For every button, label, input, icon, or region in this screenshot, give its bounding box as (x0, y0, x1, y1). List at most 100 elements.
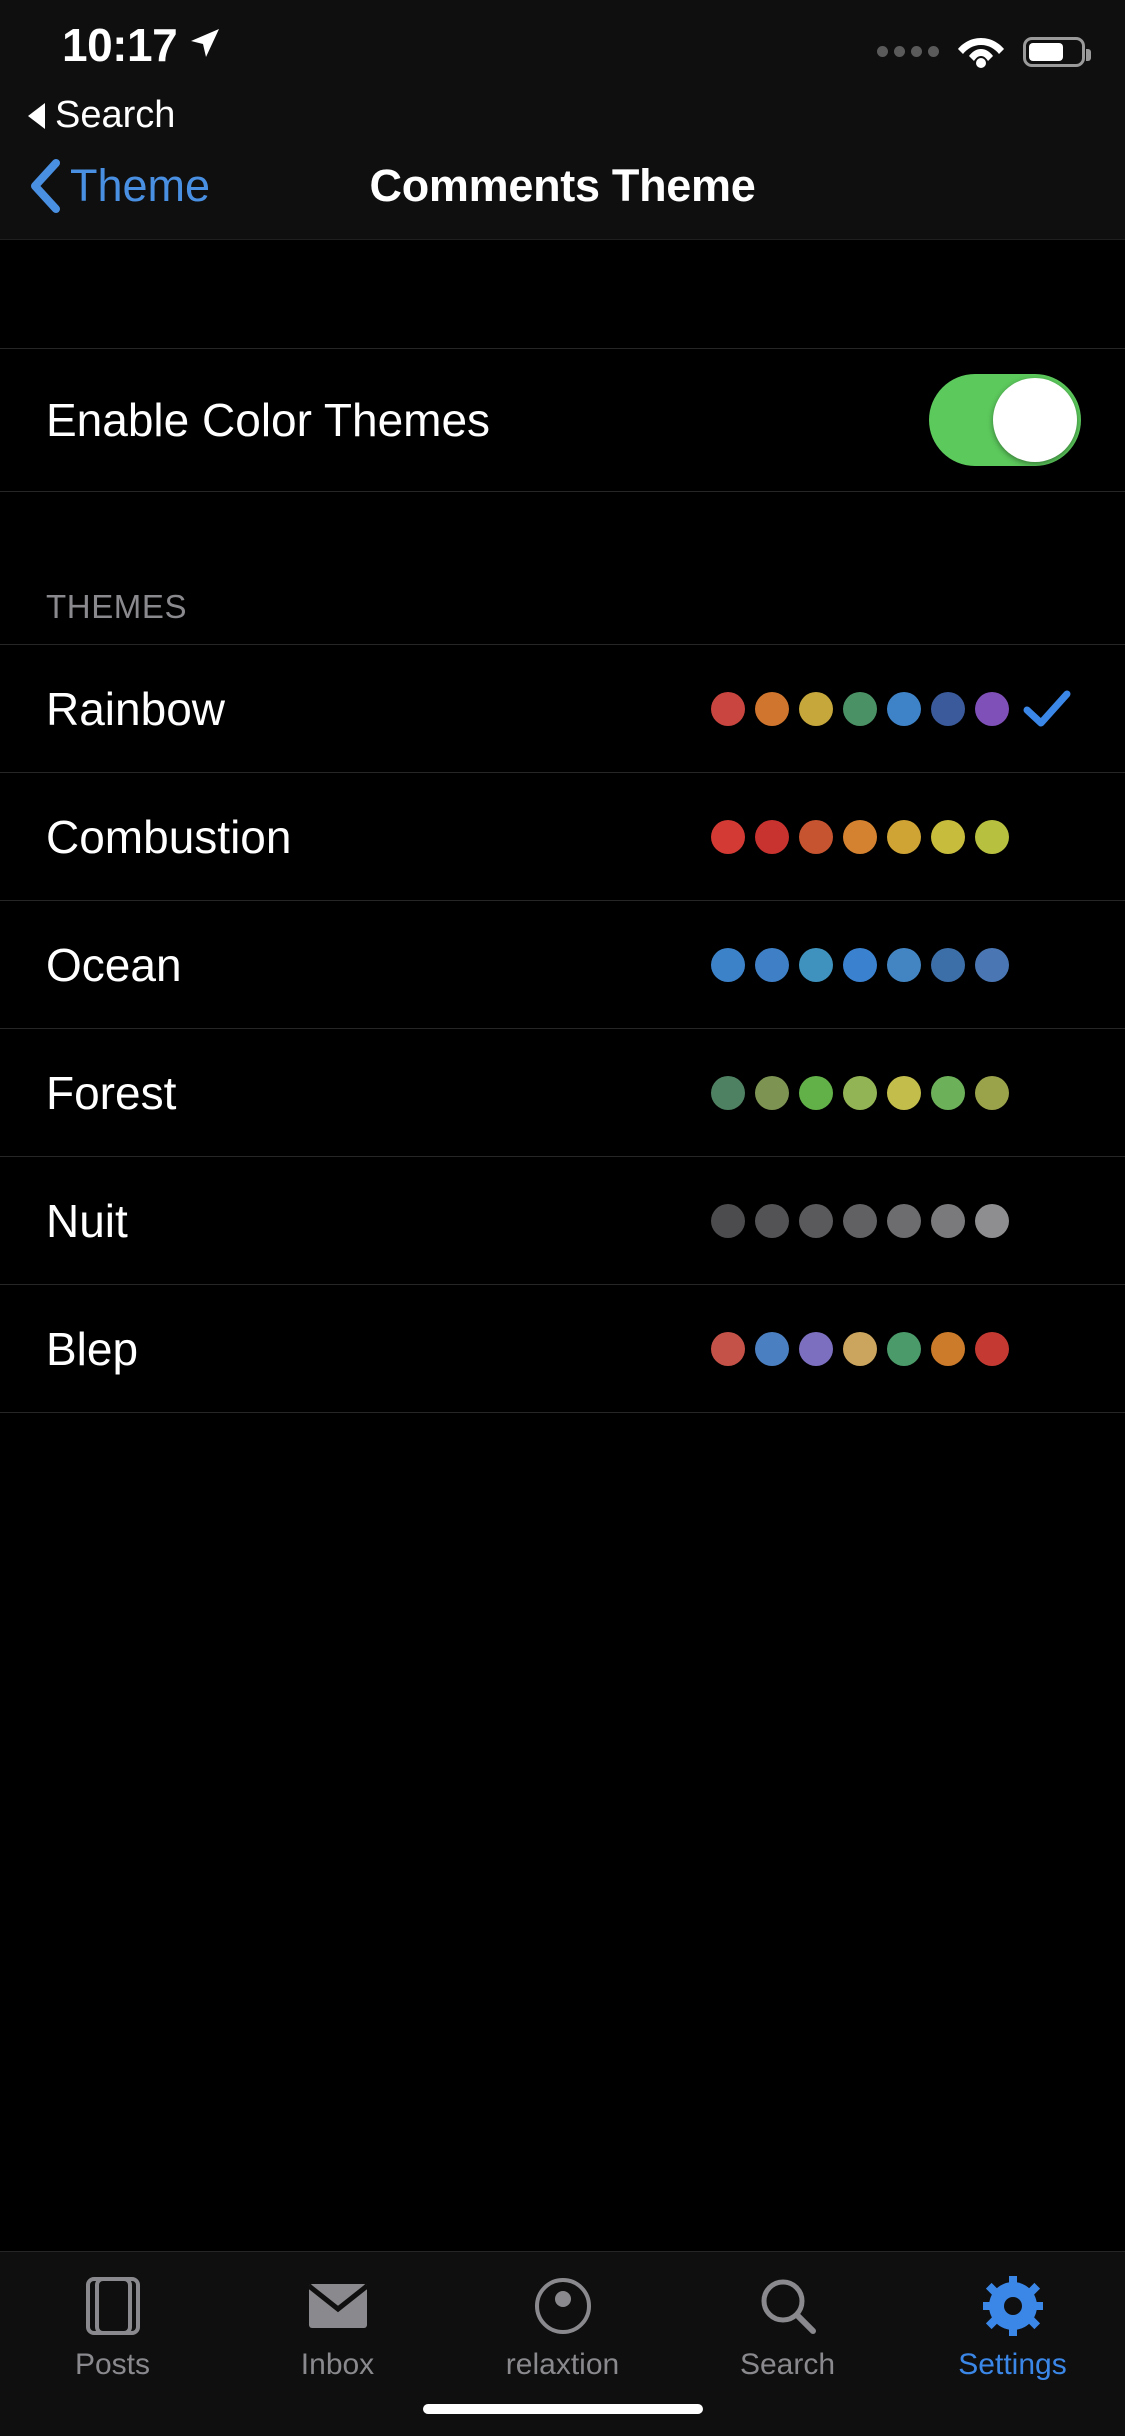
color-swatch (843, 1331, 877, 1366)
color-swatch (931, 1203, 965, 1238)
color-swatch (975, 1203, 1009, 1238)
theme-swatches (711, 947, 1009, 982)
gear-icon (982, 2274, 1043, 2338)
color-swatch (843, 1203, 877, 1238)
theme-swatches (711, 691, 1009, 726)
tab-posts[interactable]: Posts (0, 2274, 225, 2382)
color-swatch (711, 691, 745, 726)
theme-name: Nuit (46, 1194, 128, 1247)
theme-row-right (711, 817, 1085, 857)
top-spacer (0, 240, 1125, 348)
tab-inbox[interactable]: Inbox (225, 2274, 450, 2382)
tab-settings[interactable]: Settings (900, 2274, 1125, 2382)
theme-row-right (711, 689, 1085, 729)
color-swatch (711, 819, 745, 854)
battery-icon (1023, 36, 1091, 67)
screen: 10:17 Search Theme Comments Theme Enable… (0, 0, 1125, 2436)
theme-name: Rainbow (46, 682, 225, 735)
chevron-left-icon (31, 158, 60, 213)
theme-row[interactable]: Rainbow (0, 645, 1125, 773)
settings-content: Enable Color Themes THEMES Rainbow Combus… (0, 240, 1125, 1413)
person-circle-icon (534, 2274, 592, 2338)
posts-icon (85, 2274, 141, 2338)
color-swatch (799, 1331, 833, 1366)
theme-row[interactable]: Forest (0, 1029, 1125, 1157)
color-swatch (799, 819, 833, 854)
theme-row[interactable]: Blep (0, 1285, 1125, 1413)
back-button[interactable]: Theme (28, 158, 210, 214)
theme-name: Combustion (46, 810, 292, 863)
color-swatch (755, 691, 789, 726)
theme-row-right (711, 1201, 1085, 1241)
color-swatch (931, 947, 965, 982)
color-swatch (799, 947, 833, 982)
tab-label: Posts (74, 2348, 151, 2381)
tab-search[interactable]: Search (675, 2274, 900, 2382)
color-swatch (975, 819, 1009, 854)
color-swatch (799, 691, 833, 726)
theme-row[interactable]: Combustion (0, 773, 1125, 901)
theme-swatches (711, 819, 1009, 854)
enable-color-themes-row[interactable]: Enable Color Themes (0, 348, 1125, 492)
home-indicator (422, 2404, 703, 2414)
color-swatch (975, 947, 1009, 982)
color-swatch (843, 691, 877, 726)
theme-name: Forest (46, 1066, 177, 1119)
color-swatch (887, 1075, 921, 1110)
magnifier-icon (759, 2274, 817, 2338)
color-swatch (755, 1075, 789, 1110)
checkmark-icon (1009, 689, 1085, 729)
theme-row-right (711, 1073, 1085, 1113)
color-swatch (887, 947, 921, 982)
tab-label: Search (739, 2348, 836, 2381)
enable-color-themes-switch[interactable] (929, 374, 1081, 466)
status-bar-time: 10:17 (62, 19, 178, 71)
theme-swatches (711, 1203, 1009, 1238)
theme-name: Blep (46, 1322, 139, 1375)
theme-swatches (711, 1075, 1009, 1110)
color-swatch (755, 1203, 789, 1238)
triangle-left-icon (28, 102, 45, 129)
theme-row[interactable]: Ocean (0, 901, 1125, 1029)
color-swatch (931, 1075, 965, 1110)
color-swatch (887, 691, 921, 726)
search-return-label: Search (55, 94, 176, 136)
cellular-dots-icon (877, 46, 939, 57)
color-swatch (755, 1331, 789, 1366)
color-swatch (931, 691, 965, 726)
theme-name: Ocean (46, 938, 182, 991)
back-button-label: Theme (70, 159, 211, 211)
section-spacer (0, 492, 1125, 588)
color-swatch (931, 1331, 965, 1366)
location-arrow-icon (188, 26, 222, 60)
enable-color-themes-label: Enable Color Themes (46, 394, 491, 446)
search-return-button[interactable]: Search (28, 94, 175, 137)
color-swatch (755, 819, 789, 854)
envelope-icon (306, 2274, 369, 2338)
theme-row-right (711, 945, 1085, 985)
color-swatch (843, 947, 877, 982)
color-swatch (711, 1331, 745, 1366)
color-swatch (799, 1075, 833, 1110)
color-swatch (711, 1203, 745, 1238)
theme-swatches (711, 1331, 1009, 1366)
color-swatch (843, 1075, 877, 1110)
color-swatch (975, 1331, 1009, 1366)
theme-row-right (711, 1329, 1085, 1369)
color-swatch (975, 1075, 1009, 1110)
status-bar-indicators (877, 30, 1091, 73)
color-swatch (975, 691, 1009, 726)
switch-knob (993, 378, 1077, 462)
tab-label: Inbox (300, 2348, 375, 2381)
color-swatch (843, 819, 877, 854)
color-swatch (755, 947, 789, 982)
color-swatch (711, 947, 745, 982)
themes-list: Rainbow Combustion Ocean Forest Nuit Blep (0, 644, 1125, 1413)
tab-relaxtion[interactable]: relaxtion (450, 2274, 675, 2382)
themes-section-header: THEMES (46, 588, 188, 625)
tab-label: relaxtion (505, 2348, 620, 2381)
theme-row[interactable]: Nuit (0, 1157, 1125, 1285)
status-bar: 10:17 Search (0, 0, 1125, 136)
tab-label: Settings (958, 2348, 1067, 2381)
navigation-bar: Theme Comments Theme (0, 132, 1125, 240)
